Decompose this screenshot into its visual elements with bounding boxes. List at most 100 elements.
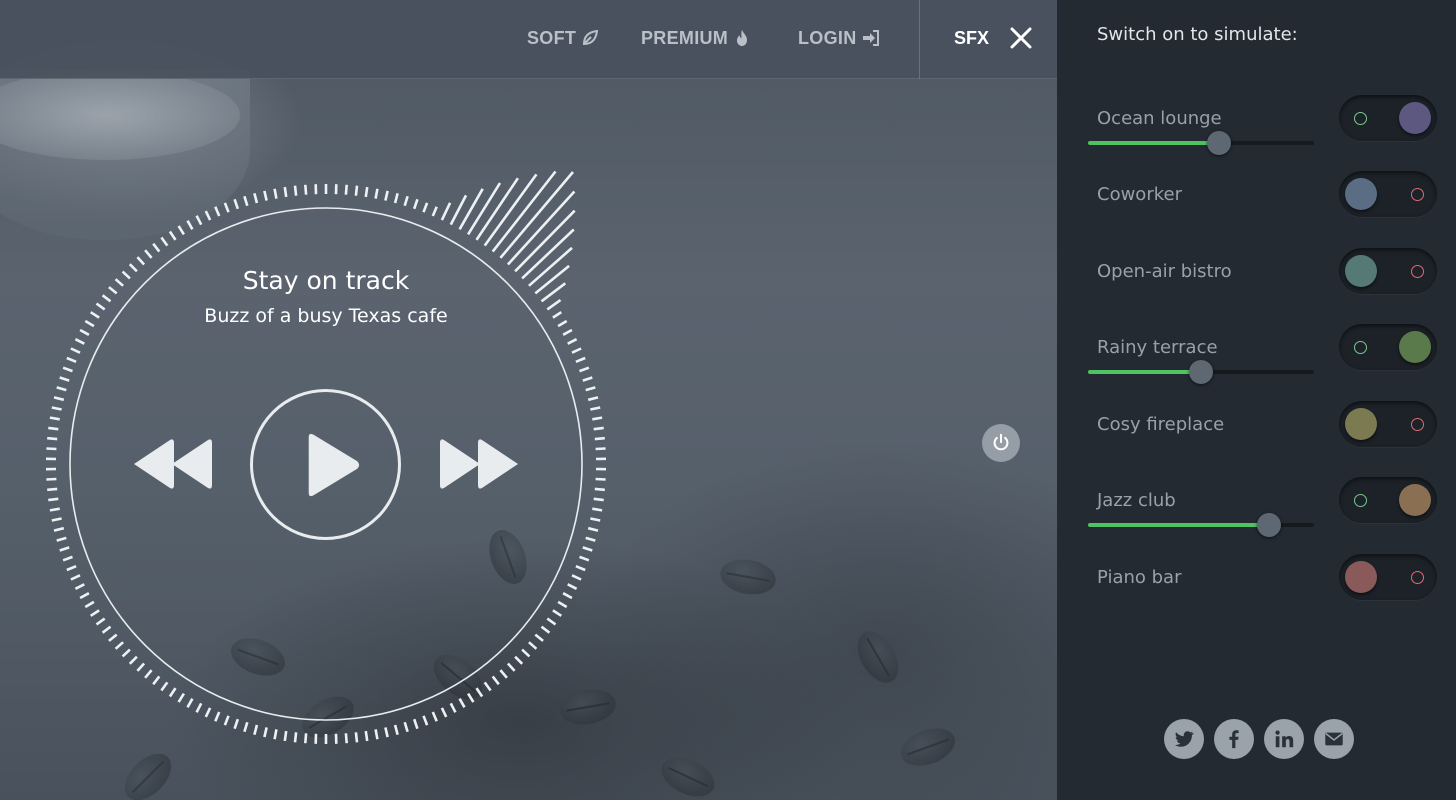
visualizer-tick	[514, 655, 524, 665]
toggle-knob	[1345, 255, 1377, 287]
visualizer-tick	[364, 730, 369, 742]
volume-slider-thumb[interactable]	[1189, 360, 1213, 384]
facebook-icon	[1229, 730, 1239, 749]
toggle-knob	[1345, 408, 1377, 440]
visualizer-tick	[354, 185, 359, 196]
visualizer-tick	[186, 698, 194, 708]
twitter-icon	[1175, 731, 1194, 747]
visualizer-tick	[233, 718, 240, 730]
visualizer-tick	[47, 487, 58, 492]
visualizer-tick	[592, 416, 603, 421]
sound-toggle[interactable]	[1339, 248, 1437, 294]
on-indicator	[1354, 341, 1367, 354]
linkedin-button[interactable]	[1264, 719, 1304, 759]
visualizer-tick	[177, 692, 186, 703]
visualizer-tick	[95, 302, 106, 311]
visualizer-tick	[144, 249, 153, 259]
visualizer-tick	[51, 517, 62, 522]
visualizer-tick	[51, 406, 62, 411]
visualizer-tick	[571, 574, 582, 581]
volume-slider[interactable]	[1088, 360, 1314, 384]
twitter-button[interactable]	[1164, 719, 1204, 759]
visualizer-tick	[579, 366, 590, 373]
sound-toggle[interactable]	[1339, 401, 1437, 447]
visualizer-tick	[253, 192, 259, 204]
off-indicator	[1411, 188, 1424, 201]
audio-visualizer-ring	[45, 170, 607, 744]
visualizer-tick	[101, 625, 112, 634]
visualizer-tick	[374, 188, 379, 199]
visualizer-tick	[168, 687, 177, 698]
sound-row: Rainy terrace	[1057, 324, 1456, 409]
visualizer-tick	[223, 715, 230, 726]
sound-toggle[interactable]	[1339, 324, 1437, 370]
visualizer-tick	[422, 715, 429, 726]
sound-toggle[interactable]	[1339, 554, 1437, 600]
visualizer-tick	[48, 426, 59, 431]
visualizer-tick	[89, 609, 100, 617]
visualizer-tick	[108, 286, 118, 295]
visualizer-tick	[204, 210, 212, 221]
visualizer-tick	[253, 724, 259, 736]
sound-toggle[interactable]	[1339, 171, 1437, 217]
visualizer-tick	[59, 376, 70, 382]
sound-toggle[interactable]	[1339, 95, 1437, 141]
visualizer-tick	[128, 655, 138, 665]
visualizer-tick	[593, 426, 604, 431]
visualizer-tick	[84, 600, 95, 609]
on-indicator	[1354, 494, 1367, 507]
visualizer-tick	[70, 347, 81, 354]
visualizer-tick	[562, 328, 573, 336]
sound-label: Piano bar	[1097, 567, 1182, 588]
visualizer-tick	[412, 718, 419, 730]
track-title: Stay on track	[242, 266, 410, 295]
visualizer-tick	[223, 202, 230, 213]
visualizer-tick	[449, 702, 457, 713]
email-button[interactable]	[1314, 719, 1354, 759]
facebook-button[interactable]	[1214, 719, 1254, 759]
sound-row: Open-air bistro	[1057, 248, 1456, 333]
visualizer-tick	[56, 536, 67, 542]
visualizer-tick	[364, 186, 369, 198]
visualizer-tick	[483, 173, 538, 247]
visualizer-tick	[160, 236, 169, 247]
visualizer-tick	[152, 675, 161, 686]
volume-slider-fill	[1088, 141, 1220, 145]
on-indicator	[1354, 112, 1367, 125]
sound-row: Cosy fireplace	[1057, 401, 1456, 486]
visualizer-tick	[74, 338, 85, 345]
visualizer-tick	[552, 609, 563, 617]
play-button[interactable]	[250, 389, 401, 540]
visualizer-tick	[546, 617, 557, 626]
visualizer-tick	[567, 583, 578, 590]
visualizer-tick	[567, 338, 578, 345]
visualizer-tick	[491, 675, 500, 686]
sound-toggle[interactable]	[1339, 477, 1437, 523]
visualizer-tick	[499, 171, 574, 259]
power-icon	[993, 433, 1009, 451]
volume-slider-thumb[interactable]	[1256, 513, 1281, 537]
visualizer-tick	[575, 564, 586, 572]
volume-slider-thumb[interactable]	[1207, 131, 1232, 155]
visualizer-tick	[587, 396, 599, 402]
visualizer-tick	[384, 727, 389, 738]
visualizer-tick	[49, 507, 60, 512]
visualizer-tick	[233, 198, 240, 210]
visualizer-tick	[393, 724, 399, 736]
volume-slider[interactable]	[1088, 513, 1314, 537]
fast-forward-icon[interactable]	[438, 436, 522, 492]
power-button[interactable]	[982, 424, 1020, 462]
volume-slider[interactable]	[1088, 131, 1314, 155]
visualizer-tick	[374, 729, 379, 740]
visualizer-tick	[422, 202, 429, 213]
rewind-icon[interactable]	[130, 436, 214, 492]
visualizer-tick	[89, 311, 100, 319]
sound-label: Coworker	[1097, 184, 1182, 205]
visualizer-tick	[53, 526, 65, 532]
visualizer-tick	[585, 536, 596, 542]
visualizer-tick	[144, 669, 153, 679]
volume-slider-fill	[1088, 370, 1201, 374]
visualizer-tick	[393, 192, 399, 204]
visualizer-tick	[136, 256, 146, 266]
visualizer-tick	[528, 641, 538, 650]
